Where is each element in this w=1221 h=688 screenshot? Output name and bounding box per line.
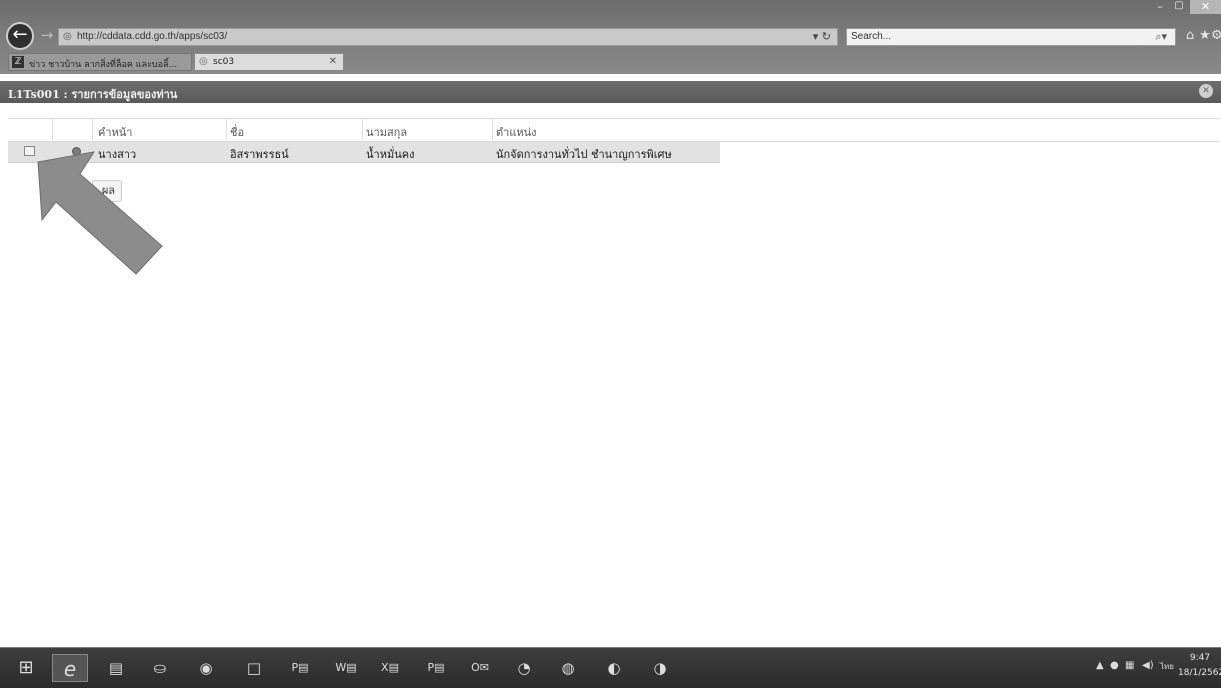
show-hidden-icons-icon[interactable]: ▲ bbox=[1096, 660, 1104, 671]
language-indicator[interactable]: ไทย bbox=[1160, 660, 1174, 673]
app-header: L1Ts001 : รายการข้อมูลของท่าน ✕ bbox=[0, 81, 1221, 103]
column-divider bbox=[226, 119, 227, 141]
address-bar[interactable]: ◎ http://cddata.cdd.go.th/apps/sc03/ ▾ ↻ bbox=[58, 28, 838, 46]
close-icon[interactable]: ✕ bbox=[329, 56, 337, 67]
taskbar: ⊞ e ▤ ⛀ ◉ □ P▤ W▤ X▤ P▤ O✉ ◔ ◍ ◐ ◑ ▲ ● ▦… bbox=[0, 647, 1221, 688]
window-minimize-button[interactable]: – bbox=[1151, 0, 1169, 14]
messenger-icon[interactable]: ◐ bbox=[596, 654, 632, 682]
home-icon[interactable]: ⌂ bbox=[1186, 28, 1194, 43]
favorites-icon[interactable]: ★ bbox=[1199, 28, 1211, 43]
search-placeholder: Search... bbox=[851, 31, 892, 42]
cell-first-name: อิสราพรรธน์ bbox=[230, 148, 289, 161]
column-divider bbox=[92, 119, 93, 141]
camera-icon[interactable]: ◔ bbox=[506, 654, 542, 682]
forward-button[interactable]: → bbox=[38, 26, 56, 44]
page-icon: ◎ bbox=[199, 56, 208, 67]
search-box[interactable]: Search... ⌕▾ bbox=[846, 28, 1176, 46]
column-header-first-name[interactable]: ชื่อ bbox=[230, 123, 244, 141]
refresh-icon[interactable]: ▾ ↻ bbox=[813, 30, 831, 43]
page-icon: ◎ bbox=[63, 31, 72, 42]
tab-label: sc03 bbox=[213, 57, 235, 67]
powerpoint-icon[interactable]: P▤ bbox=[282, 654, 318, 682]
app-icon[interactable]: ◑ bbox=[642, 654, 678, 682]
close-icon[interactable]: ✕ bbox=[1199, 84, 1213, 98]
tray-app-icon[interactable]: ● bbox=[1110, 660, 1119, 671]
cell-last-name: น้ำหมั่นคง bbox=[366, 148, 415, 161]
store-icon[interactable]: ⛀ bbox=[142, 654, 178, 682]
clock-date[interactable]: 18/1/2562 bbox=[1178, 668, 1221, 678]
excel-icon[interactable]: X▤ bbox=[372, 654, 408, 682]
publisher-icon[interactable]: P▤ bbox=[418, 654, 454, 682]
start-icon[interactable]: ⊞ bbox=[8, 654, 44, 682]
page-title: L1Ts001 : รายการข้อมูลของท่าน bbox=[8, 88, 178, 101]
data-grid: คำหน้า ชื่อ นามสกุล ตำแหน่ง นางสาว อิสรา… bbox=[8, 118, 1220, 163]
gear-icon[interactable]: ⚙ bbox=[1211, 28, 1221, 43]
column-header-last-name[interactable]: นามสกุล bbox=[366, 123, 407, 141]
browser-chrome: – ▢ ✕ ← → ◎ http://cddata.cdd.go.th/apps… bbox=[0, 0, 1221, 74]
tab-sc03[interactable]: ◎ sc03 ✕ bbox=[194, 53, 344, 71]
window-icon[interactable]: □ bbox=[236, 654, 272, 682]
tab-label: ข่าว ชาวบ้าน ลากสิ่งที่ล็อค และบอลิ์... bbox=[29, 60, 178, 70]
tab-bar: ℤ ข่าว ชาวบ้าน ลากสิ่งที่ล็อค และบอลิ์..… bbox=[0, 52, 1221, 72]
back-button[interactable]: ← bbox=[6, 22, 34, 50]
tab-news[interactable]: ℤ ข่าว ชาวบ้าน ลากสิ่งที่ล็อค และบอลิ์..… bbox=[8, 53, 192, 71]
column-divider bbox=[52, 119, 53, 141]
column-divider bbox=[492, 119, 493, 141]
word-icon[interactable]: W▤ bbox=[328, 654, 364, 682]
window-close-button[interactable]: ✕ bbox=[1190, 0, 1221, 14]
ie-icon[interactable]: e bbox=[52, 654, 88, 682]
column-divider bbox=[362, 119, 363, 141]
search-icon[interactable]: ⌕▾ bbox=[1155, 30, 1167, 44]
grid-header: คำหน้า ชื่อ นามสกุล ตำแหน่ง bbox=[8, 118, 1220, 142]
edit-checkbox[interactable] bbox=[24, 146, 35, 156]
clock-time[interactable]: 9:47 bbox=[1180, 653, 1220, 663]
volume-icon[interactable]: ◀) bbox=[1142, 660, 1154, 671]
network-icon[interactable]: ▦ bbox=[1125, 660, 1134, 671]
line-icon[interactable]: ◍ bbox=[550, 654, 586, 682]
outlook-icon[interactable]: O✉ bbox=[462, 654, 498, 682]
file-explorer-icon[interactable]: ▤ bbox=[98, 654, 134, 682]
site-icon: ℤ bbox=[12, 56, 24, 68]
window-maximize-button[interactable]: ▢ bbox=[1170, 0, 1188, 14]
column-header-position[interactable]: ตำแหน่ง bbox=[496, 123, 537, 141]
address-url: http://cddata.cdd.go.th/apps/sc03/ bbox=[77, 31, 228, 42]
annotation-arrow bbox=[37, 151, 163, 275]
cell-position: นักจัดการงานทั่วไป ชำนาญการพิเศษ bbox=[496, 148, 672, 161]
column-header-prefix[interactable]: คำหน้า bbox=[98, 123, 132, 141]
chrome-icon[interactable]: ◉ bbox=[188, 654, 224, 682]
